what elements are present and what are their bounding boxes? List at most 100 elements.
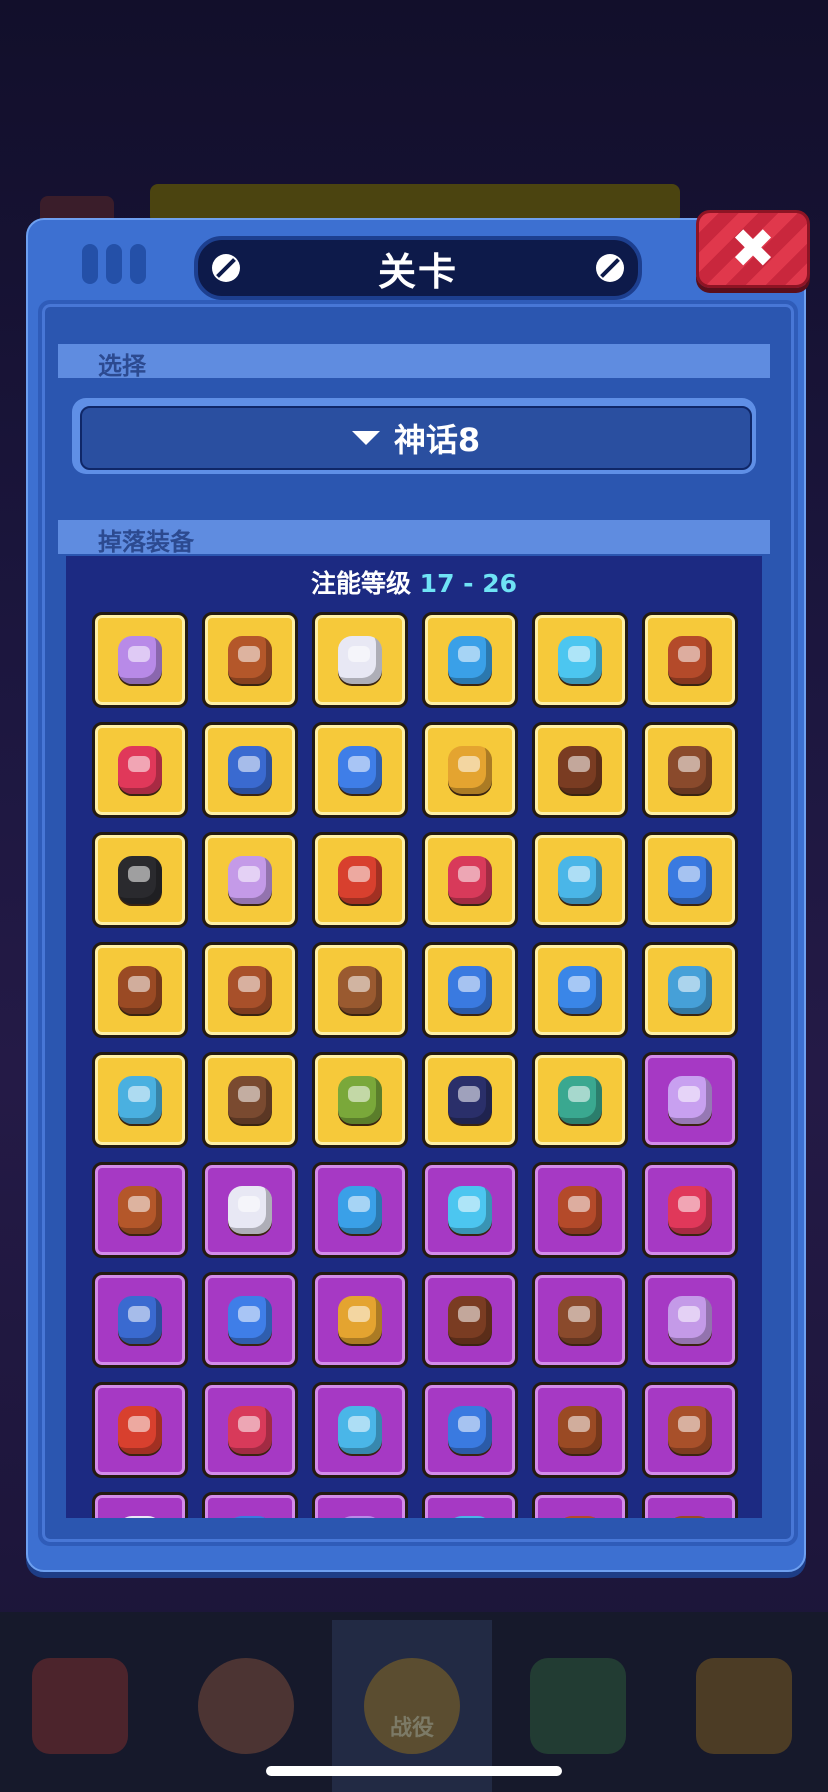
blue-shorts-icon	[662, 962, 718, 1018]
select-section-label: 选择	[98, 352, 146, 380]
equipment-slot[interactable]	[642, 612, 738, 708]
equipment-slot[interactable]	[422, 612, 518, 708]
equipment-slot[interactable]	[312, 612, 408, 708]
blue-glove-icon	[332, 742, 388, 798]
equipment-slot[interactable]	[532, 1492, 628, 1518]
equipment-slot[interactable]	[422, 1162, 518, 1258]
equipment-slot[interactable]	[312, 1162, 408, 1258]
equipment-slot[interactable]	[312, 1272, 408, 1368]
title-bar: 关卡	[194, 236, 642, 300]
red-jacket-icon	[442, 852, 498, 908]
level-label: 注能等级	[310, 569, 411, 598]
partial-item-icon	[662, 1512, 718, 1518]
drop-list[interactable]: 注能等级 17 - 26	[66, 556, 762, 1518]
select-section-header: 选择	[58, 344, 770, 380]
blue-shirt-icon	[332, 1402, 388, 1458]
equipment-slot[interactable]	[312, 722, 408, 818]
equipment-slot[interactable]	[642, 1492, 738, 1518]
equipment-slot[interactable]	[92, 1272, 188, 1368]
police-cap-icon	[112, 1292, 168, 1348]
brown-boot-icon	[222, 962, 278, 1018]
equipment-grid	[92, 612, 738, 1518]
equipment-slot[interactable]	[642, 1382, 738, 1478]
blue-boot-icon	[442, 1402, 498, 1458]
equipment-slot[interactable]	[422, 942, 518, 1038]
equipment-slot[interactable]	[532, 942, 628, 1038]
equipment-slot[interactable]	[532, 722, 628, 818]
equipment-slot[interactable]	[202, 1382, 298, 1478]
equipment-slot[interactable]	[92, 1492, 188, 1518]
yellow-glove-icon	[332, 1292, 388, 1348]
equipment-slot[interactable]	[92, 832, 188, 928]
screw-icon	[596, 254, 624, 282]
red-jacket-icon	[222, 1402, 278, 1458]
equipment-slot[interactable]	[92, 1052, 188, 1148]
equipment-slot[interactable]	[92, 722, 188, 818]
equipment-slot[interactable]	[642, 1272, 738, 1368]
equipment-slot[interactable]	[422, 722, 518, 818]
stage-dropdown[interactable]: 神话8	[72, 398, 756, 474]
headphones-icon	[112, 742, 168, 798]
equipment-slot[interactable]	[92, 1382, 188, 1478]
equipment-slot[interactable]	[422, 1272, 518, 1368]
blue-glove-icon	[222, 1292, 278, 1348]
cowboy-boot-icon	[112, 962, 168, 1018]
partial-item-icon	[552, 1512, 608, 1518]
equipment-slot[interactable]	[312, 1382, 408, 1478]
equipment-slot[interactable]	[422, 1382, 518, 1478]
equipment-slot[interactable]	[312, 832, 408, 928]
equipment-slot[interactable]	[532, 1272, 628, 1368]
cowboy-hat-icon	[552, 1182, 608, 1238]
equipment-slot[interactable]	[532, 1162, 628, 1258]
equipment-slot[interactable]	[642, 942, 738, 1038]
level-range-row: 注能等级 17 - 26	[66, 564, 762, 600]
brown-glove-icon	[442, 1292, 498, 1348]
equipment-slot[interactable]	[92, 1162, 188, 1258]
shoulder-pad-icon	[112, 1182, 168, 1238]
equipment-slot[interactable]	[422, 1492, 518, 1518]
equipment-slot[interactable]	[312, 942, 408, 1038]
upgrade-arrow-icon	[530, 1658, 626, 1754]
black-armor-icon	[112, 852, 168, 908]
stage-dropdown-field[interactable]: 神话8	[80, 406, 752, 470]
equipment-slot[interactable]	[202, 1272, 298, 1368]
equipment-slot[interactable]	[422, 832, 518, 928]
equipment-slot[interactable]	[92, 942, 188, 1038]
equipment-slot[interactable]	[202, 1162, 298, 1258]
equipment-slot[interactable]	[312, 1492, 408, 1518]
brown-glove-icon	[552, 1292, 608, 1348]
cowboy-hat-icon	[662, 632, 718, 688]
close-button[interactable]: ✖	[696, 210, 810, 288]
equipment-slot[interactable]	[312, 1052, 408, 1148]
drops-section-header: 掉落装备	[58, 520, 770, 556]
equipment-slot[interactable]	[532, 832, 628, 928]
equipment-slot[interactable]	[642, 832, 738, 928]
purple-jacket-icon	[222, 852, 278, 908]
equipment-slot[interactable]	[202, 722, 298, 818]
partial-item-icon	[332, 1512, 388, 1518]
page-title: 关卡	[377, 249, 458, 294]
equipment-slot[interactable]	[642, 722, 738, 818]
equipment-slot[interactable]	[202, 612, 298, 708]
armor-icon	[442, 632, 498, 688]
teal-cloak-icon	[552, 1072, 608, 1128]
equipment-slot[interactable]	[532, 612, 628, 708]
partial-item-icon	[112, 1512, 168, 1518]
nav-trophy[interactable]	[664, 1620, 824, 1792]
equipment-slot[interactable]	[642, 1162, 738, 1258]
equipment-slot[interactable]	[422, 1052, 518, 1148]
equipment-slot[interactable]	[642, 1052, 738, 1148]
level-range-value: 17 - 26	[419, 569, 518, 598]
hero-avatar-icon	[198, 1658, 294, 1754]
purple-jacket-icon	[662, 1292, 718, 1348]
equipment-slot[interactable]	[202, 832, 298, 928]
equipment-slot[interactable]	[532, 1052, 628, 1148]
nav-shop[interactable]	[0, 1620, 160, 1792]
equipment-slot[interactable]	[202, 942, 298, 1038]
equipment-slot[interactable]	[532, 1382, 628, 1478]
yellow-glove-icon	[442, 742, 498, 798]
equipment-slot[interactable]	[202, 1492, 298, 1518]
equipment-slot[interactable]	[92, 612, 188, 708]
armor-icon	[332, 1182, 388, 1238]
equipment-slot[interactable]	[202, 1052, 298, 1148]
